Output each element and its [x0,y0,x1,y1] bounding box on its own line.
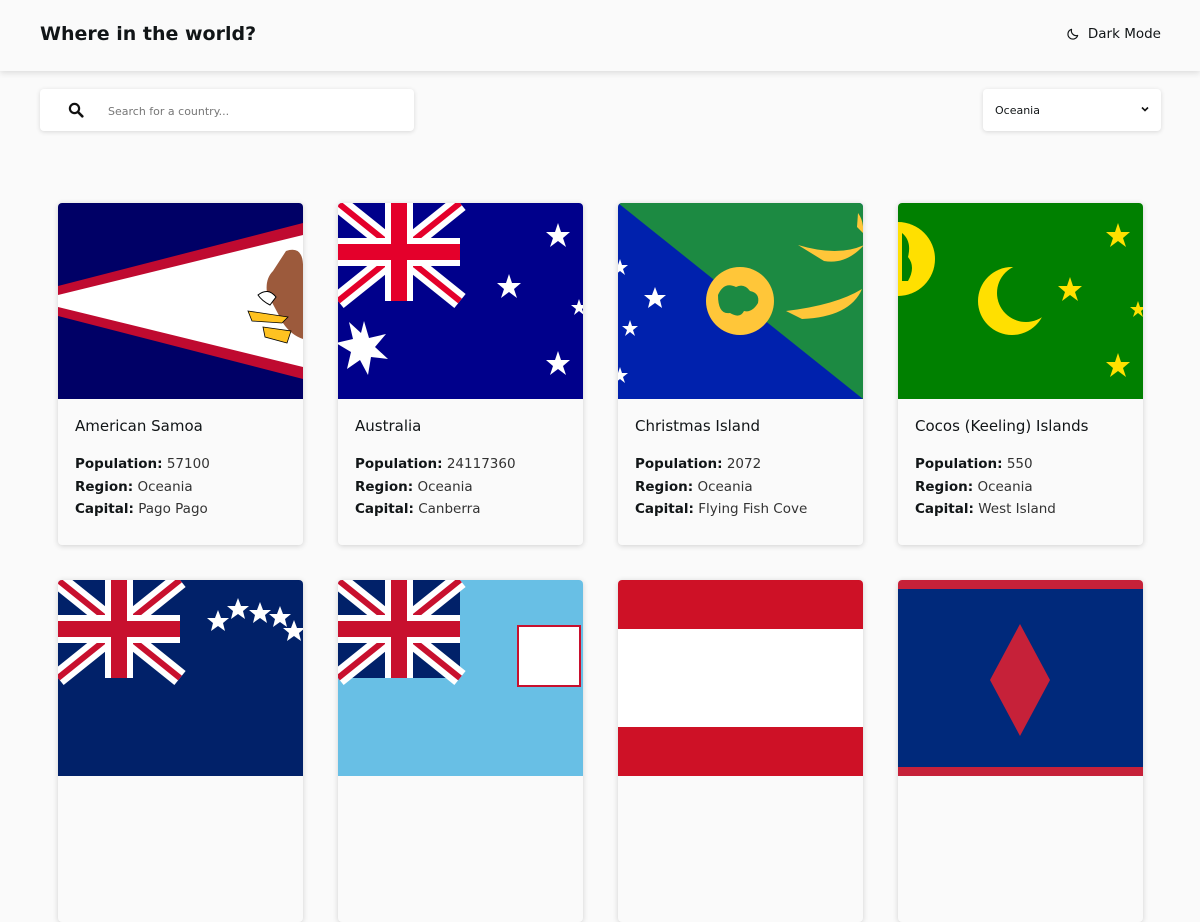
country-info: Population: 2072 Region: Oceania Capital… [635,453,807,521]
capital-label: Capital: [915,501,974,517]
country-card-row2-2[interactable] [338,580,583,922]
dark-mode-toggle[interactable]: Dark Mode [1066,26,1161,42]
flag-american-samoa [58,203,303,399]
country-name: Cocos (Keeling) Islands [915,417,1089,435]
chevron-down-icon [1140,104,1150,117]
region-value: Oceania [137,478,193,495]
capital-label: Capital: [355,501,414,517]
moon-icon [1066,27,1080,41]
country-card-christmas-island[interactable]: Christmas Island Population: 2072 Region… [618,203,863,545]
capital-value: Flying Fish Cove [698,501,808,517]
country-card-australia[interactable]: Australia Population: 24117360 Region: O… [338,203,583,545]
country-name: American Samoa [75,417,203,435]
population-label: Population: [635,456,723,472]
region-label: Region: [915,478,974,495]
search-input[interactable] [106,89,400,133]
page-title: Where in the world? [40,23,257,45]
country-info: Population: 57100 Region: Oceania Capita… [75,453,210,521]
country-name: Christmas Island [635,417,761,435]
capital-label: Capital: [635,501,694,517]
country-card-american-samoa[interactable]: American Samoa Population: 57100 Region:… [58,203,303,545]
country-info: Population: 550 Region: Oceania Capital:… [915,453,1056,521]
region-value: Oceania [417,478,473,495]
app-header: Where in the world? Dark Mode [0,0,1200,71]
population-label: Population: [75,456,163,472]
population-value: 24117360 [446,456,516,472]
country-info: Population: 24117360 Region: Oceania Cap… [355,453,516,521]
capital-value: Canberra [418,501,481,517]
capital-label: Capital: [75,501,134,517]
region-value: Oceania [977,478,1033,495]
region-label: Region: [635,478,694,495]
region-filter-value: Oceania [995,103,1040,117]
flag-australia [338,203,583,399]
flag-fiji [338,580,583,776]
country-name: Australia [355,417,422,435]
country-card-row2-1[interactable] [58,580,303,922]
region-value: Oceania [697,478,753,495]
population-label: Population: [915,456,1003,472]
population-value: 57100 [166,456,210,472]
region-label: Region: [355,478,414,495]
country-card-row2-4[interactable] [898,580,1143,922]
country-card-cocos-keeling-islands[interactable]: Cocos (Keeling) Islands Population: 550 … [898,203,1143,545]
search-box [40,89,414,133]
region-filter-select[interactable]: Oceania [983,89,1161,131]
population-value: 550 [1006,456,1033,472]
capital-value: Pago Pago [138,501,208,517]
population-value: 2072 [726,456,762,472]
dark-mode-label: Dark Mode [1087,26,1161,42]
flag-cocos-keeling-islands [898,203,1143,399]
capital-value: West Island [978,501,1056,517]
region-label: Region: [75,478,134,495]
population-label: Population: [355,456,443,472]
flag-cook-islands [58,580,303,776]
flag-christmas-island [618,203,863,399]
flag-guam [898,580,1143,776]
flag-french-polynesia [618,580,863,776]
search-icon [68,102,84,122]
country-card-row2-3[interactable] [618,580,863,922]
